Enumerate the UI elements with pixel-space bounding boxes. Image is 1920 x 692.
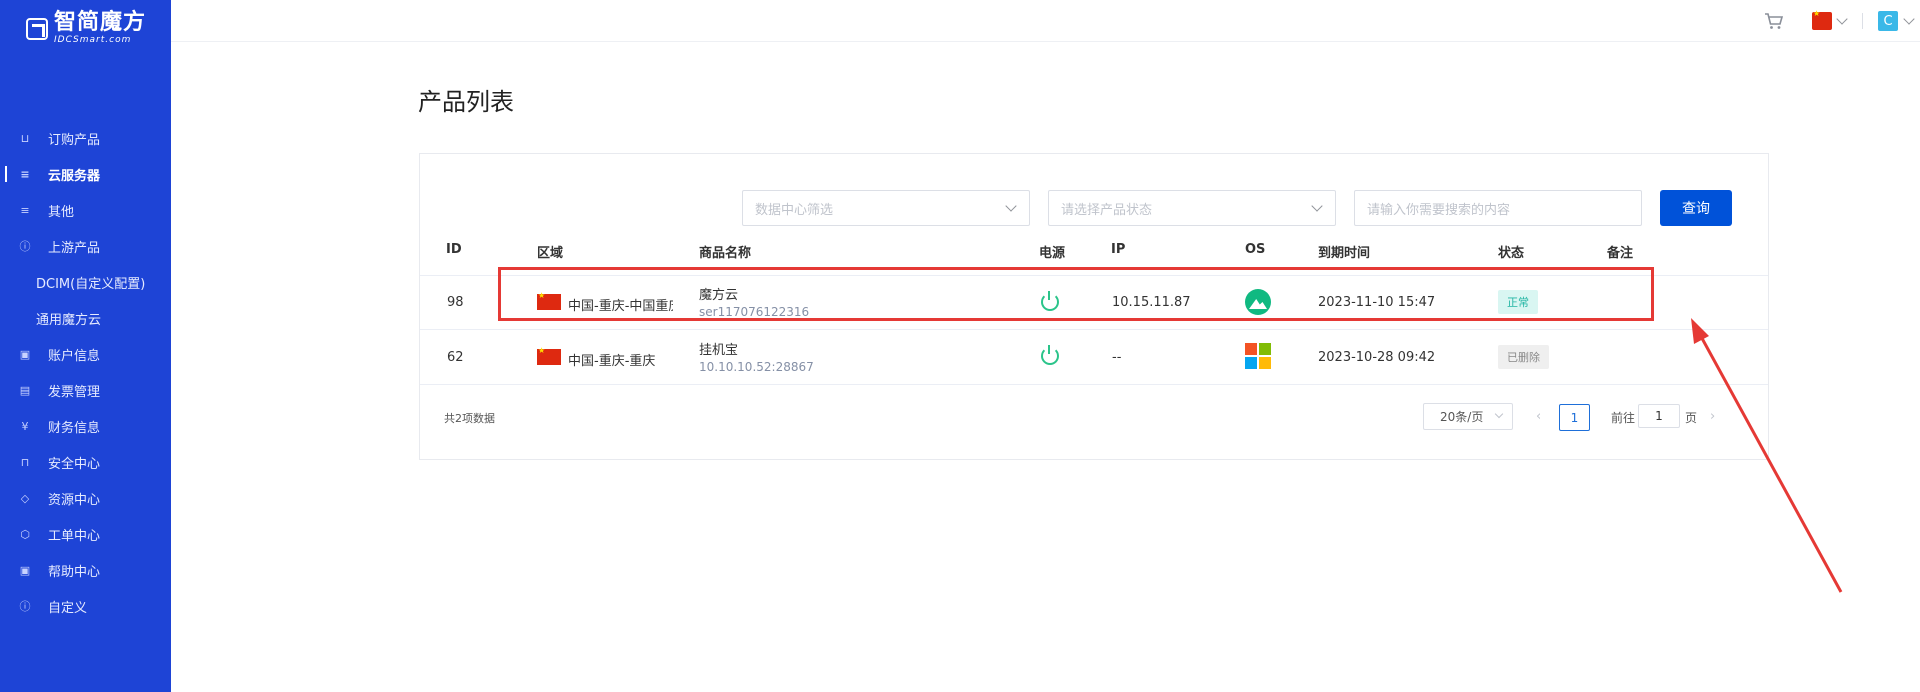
database-icon: ≡: [20, 203, 30, 217]
box-icon: ⬡: [20, 527, 30, 541]
page-size-select[interactable]: 20条/页: [1423, 403, 1513, 430]
sidebar-item-upstream[interactable]: ⓘ 上游产品: [0, 228, 171, 264]
money-icon: ¥: [21, 419, 29, 433]
chevron-down-icon: [1005, 200, 1017, 212]
sidebar-item-other[interactable]: ≡ 其他: [0, 192, 171, 228]
brand-name: 智简魔方: [54, 10, 147, 35]
search-input[interactable]: 请输入你需要搜索的内容: [1354, 190, 1642, 226]
sidebar-item-account[interactable]: ▣ 账户信息: [0, 336, 171, 372]
prev-page-button[interactable]: ‹: [1536, 409, 1541, 424]
sidebar-item-label: 帮助中心: [48, 564, 101, 580]
goto-suffix: 页: [1685, 411, 1698, 425]
cell-id: 98: [447, 295, 464, 310]
column-header-os[interactable]: OS: [1245, 242, 1265, 257]
brand-domain: IDCSmart.com: [54, 35, 132, 45]
cart-icon: ⊔: [20, 131, 30, 145]
row-divider: [420, 329, 1768, 330]
sidebar-item-invoice[interactable]: ▤ 发票管理: [0, 372, 171, 408]
sidebar: 智简魔方 IDCSmart.com ⊔ 订购产品 ≡ 云服务器 ≡ 其他 ⓘ 上…: [0, 0, 171, 692]
sidebar-item-help[interactable]: ▣ 帮助中心: [0, 552, 171, 588]
sidebar-item-general-cloud[interactable]: 通用魔方云: [0, 300, 171, 336]
column-header-note[interactable]: 备注: [1607, 242, 1633, 261]
page-number-current[interactable]: 1: [1559, 404, 1590, 431]
page-title: 产品列表: [418, 88, 514, 116]
column-header-product[interactable]: 商品名称: [699, 242, 751, 261]
status-badge: 已删除: [1498, 345, 1549, 369]
sidebar-item-label: 发票管理: [48, 384, 101, 400]
sidebar-item-custom[interactable]: ⓘ 自定义: [0, 588, 171, 624]
divider: [1862, 13, 1863, 29]
invoice-icon: ▤: [19, 383, 31, 397]
windows-icon: [1245, 343, 1271, 369]
cell-product-code: 10.10.10.52:28867: [699, 360, 814, 374]
china-flag-icon[interactable]: [1812, 9, 1832, 30]
sidebar-item-label: 上游产品: [48, 240, 101, 256]
column-header-region[interactable]: 区域: [537, 242, 563, 261]
sidebar-item-label: DCIM(自定义配置): [36, 276, 146, 292]
status-filter-select[interactable]: 请选择产品状态: [1048, 190, 1336, 226]
avatar[interactable]: C: [1878, 11, 1898, 31]
sidebar-item-label: 安全中心: [48, 456, 101, 472]
sidebar-item-label: 订购产品: [48, 132, 101, 148]
cell-ip: --: [1112, 350, 1122, 365]
chevron-down-icon: [1311, 200, 1323, 212]
column-header-expire[interactable]: 到期时间: [1318, 242, 1370, 261]
sidebar-item-finance[interactable]: ¥ 财务信息: [0, 408, 171, 444]
sidebar-item-label: 资源中心: [48, 492, 101, 508]
sidebar-menu: ⊔ 订购产品 ≡ 云服务器 ≡ 其他 ⓘ 上游产品 DCIM(自定义配置) 通用…: [0, 120, 171, 624]
column-header-id[interactable]: ID: [446, 242, 462, 257]
brand-logo[interactable]: 智简魔方 IDCSmart.com: [26, 12, 146, 45]
sidebar-item-resources[interactable]: ◇ 资源中心: [0, 480, 171, 516]
sidebar-item-cloud-server[interactable]: ≡ 云服务器: [0, 156, 171, 192]
sidebar-item-label: 通用魔方云: [36, 312, 102, 328]
column-header-ip[interactable]: IP: [1111, 242, 1125, 257]
search-placeholder: 请输入你需要搜索的内容: [1367, 202, 1511, 218]
info-circle-icon: ⓘ: [19, 600, 31, 613]
top-bar: [171, 0, 1920, 42]
tag-icon: ◇: [20, 491, 30, 505]
sidebar-item-label: 其他: [48, 204, 75, 220]
row-divider: [420, 384, 1768, 385]
sidebar-item-dcim[interactable]: DCIM(自定义配置): [0, 264, 171, 300]
help-icon: ▣: [19, 563, 31, 577]
goto-page-input[interactable]: 1: [1638, 404, 1680, 428]
info-circle-icon: ⓘ: [19, 240, 31, 253]
sidebar-item-security[interactable]: ⊓ 安全中心: [0, 444, 171, 480]
lock-icon: ⊓: [20, 455, 30, 469]
cell-region: 中国-重庆-重庆: [568, 354, 656, 369]
query-button[interactable]: 查询: [1660, 190, 1732, 226]
datacenter-filter-select[interactable]: 数据中心筛选: [742, 190, 1030, 226]
column-header-status[interactable]: 状态: [1498, 242, 1524, 261]
goto-label: 前往: [1611, 411, 1636, 425]
china-flag-icon: [537, 346, 561, 365]
column-header-power[interactable]: 电源: [1039, 242, 1065, 261]
sidebar-item-label: 工单中心: [48, 528, 101, 544]
select-placeholder: 请选择产品状态: [1061, 202, 1153, 218]
highlight-box: [498, 267, 1654, 321]
page-size-value: 20条/页: [1440, 410, 1484, 424]
sidebar-item-label: 账户信息: [48, 348, 101, 364]
sidebar-item-tickets[interactable]: ⬡ 工单中心: [0, 516, 171, 552]
select-placeholder: 数据中心筛选: [755, 202, 834, 218]
database-icon: ≡: [20, 167, 30, 181]
logo-icon: [26, 17, 48, 40]
next-page-button[interactable]: ›: [1710, 409, 1715, 424]
sidebar-item-order[interactable]: ⊔ 订购产品: [0, 120, 171, 156]
chevron-down-icon: [1494, 409, 1504, 419]
total-count: 共2项数据: [444, 412, 495, 425]
sidebar-item-label: 云服务器: [48, 168, 101, 184]
power-icon[interactable]: [1041, 345, 1059, 365]
cell-id: 62: [447, 350, 464, 365]
sidebar-item-label: 自定义: [48, 600, 88, 616]
user-card-icon: ▣: [19, 347, 31, 361]
cell-expire: 2023-10-28 09:42: [1318, 350, 1436, 365]
cart-icon[interactable]: [1763, 10, 1785, 32]
cell-product-name[interactable]: 挂机宝: [699, 339, 738, 358]
sidebar-item-label: 财务信息: [48, 420, 101, 436]
